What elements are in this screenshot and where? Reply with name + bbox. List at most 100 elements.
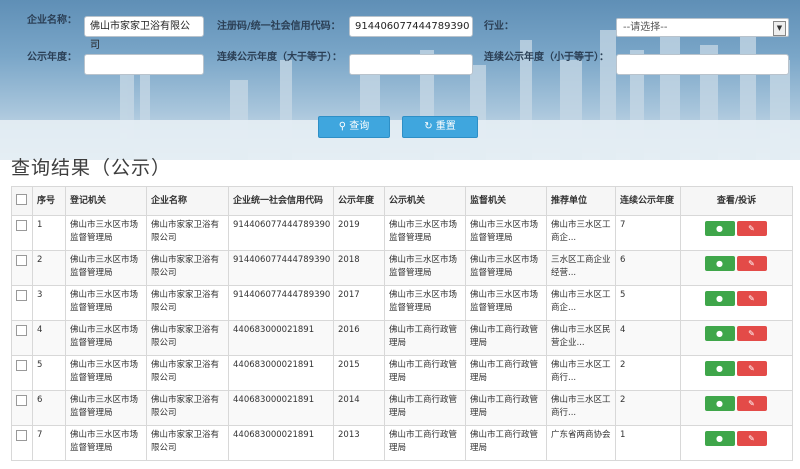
- edit-icon: ✎: [748, 364, 755, 373]
- row-consec: 5: [615, 285, 681, 321]
- table-header-row: 序号 登记机关 企业名称 企业统一社会信用代码 公示年度 公示机关 监督机关 推…: [11, 186, 793, 216]
- row-sup-org: 佛山市工商行政管理局: [465, 390, 547, 426]
- row-reg-org: 佛山市三水区市场监督管理局: [65, 285, 147, 321]
- edit-icon: ✎: [748, 294, 755, 303]
- row-company: 佛山市家家卫浴有限公司: [146, 390, 229, 426]
- consec-lt-input[interactable]: [616, 54, 789, 75]
- row-reg-org: 佛山市三水区市场监督管理局: [65, 390, 147, 426]
- complaint-button[interactable]: ✎: [736, 221, 767, 236]
- row-no: 4: [32, 320, 66, 356]
- row-consec: 1: [615, 425, 681, 461]
- consec-lt-label: 连续公示年度（小于等于）：: [484, 52, 609, 63]
- complaint-button[interactable]: ✎: [736, 431, 767, 446]
- industry-select[interactable]: --请选择-- ▼: [616, 18, 789, 37]
- row-code: 440683000021891: [228, 390, 334, 426]
- row-year: 2013: [333, 425, 385, 461]
- view-button[interactable]: ●: [704, 291, 735, 306]
- header-sup-org: 监督机关: [465, 186, 547, 216]
- row-consec: 2: [615, 355, 681, 391]
- company-name-label: 企业名称：: [27, 15, 77, 26]
- reg-code-label: 注册码/统一社会信用代码：: [217, 21, 341, 32]
- row-year: 2018: [333, 250, 385, 286]
- row-year: 2019: [333, 215, 385, 251]
- edit-icon: ✎: [748, 329, 755, 338]
- row-recommender: 佛山市三水区工商企...: [546, 285, 616, 321]
- table-row: 5 佛山市三水区市场监督管理局 佛山市家家卫浴有限公司 440683000021…: [11, 355, 793, 391]
- row-code: 440683000021891: [228, 355, 334, 391]
- row-code: 440683000021891: [228, 425, 334, 461]
- edit-icon: ✎: [748, 224, 755, 233]
- row-year: 2015: [333, 355, 385, 391]
- table-row: 6 佛山市三水区市场监督管理局 佛山市家家卫浴有限公司 440683000021…: [11, 390, 793, 426]
- view-button[interactable]: ●: [704, 221, 735, 236]
- edit-icon: ✎: [748, 399, 755, 408]
- row-actions: ● ✎: [680, 285, 793, 321]
- header-actions: 查看/投诉: [680, 186, 793, 216]
- reset-button[interactable]: ↻ 重置: [402, 116, 478, 138]
- user-profile-icon: ●: [716, 399, 723, 408]
- complaint-button[interactable]: ✎: [736, 396, 767, 411]
- chevron-down-icon[interactable]: ▼: [773, 21, 786, 36]
- row-sup-org: 佛山市三水区市场监督管理局: [465, 285, 547, 321]
- row-code: 914406077444789390: [228, 215, 334, 251]
- row-recommender: 佛山市三水区民营企业...: [546, 320, 616, 356]
- complaint-button[interactable]: ✎: [736, 361, 767, 376]
- row-actions: ● ✎: [680, 425, 793, 461]
- table-row: 3 佛山市三水区市场监督管理局 佛山市家家卫浴有限公司 914406077444…: [11, 285, 793, 321]
- row-checkbox[interactable]: [16, 360, 27, 371]
- row-no: 5: [32, 355, 66, 391]
- row-checkbox[interactable]: [16, 395, 27, 406]
- row-consec: 6: [615, 250, 681, 286]
- row-no: 2: [32, 250, 66, 286]
- row-checkbox[interactable]: [16, 220, 27, 231]
- row-year: 2017: [333, 285, 385, 321]
- row-checkbox[interactable]: [16, 325, 27, 336]
- row-sup-org: 佛山市三水区市场监督管理局: [465, 215, 547, 251]
- consec-gt-label: 连续公示年度（大于等于）：: [217, 52, 342, 63]
- row-code: 914406077444789390: [228, 285, 334, 321]
- row-actions: ● ✎: [680, 215, 793, 251]
- row-no: 1: [32, 215, 66, 251]
- row-checkbox[interactable]: [16, 255, 27, 266]
- user-profile-icon: ●: [716, 364, 723, 373]
- row-checkbox[interactable]: [16, 290, 27, 301]
- row-reg-org: 佛山市三水区市场监督管理局: [65, 320, 147, 356]
- query-button[interactable]: ⚲ 查询: [318, 116, 390, 138]
- row-pub-org: 佛山市工商行政管理局: [384, 355, 466, 391]
- year-input[interactable]: [84, 54, 204, 75]
- row-pub-org: 佛山市三水区市场监督管理局: [384, 285, 466, 321]
- table-row: 2 佛山市三水区市场监督管理局 佛山市家家卫浴有限公司 914406077444…: [11, 250, 793, 286]
- user-profile-icon: ●: [716, 224, 723, 233]
- view-button[interactable]: ●: [704, 326, 735, 341]
- view-button[interactable]: ●: [704, 431, 735, 446]
- view-button[interactable]: ●: [704, 396, 735, 411]
- complaint-button[interactable]: ✎: [736, 256, 767, 271]
- select-all-checkbox[interactable]: [16, 193, 27, 205]
- view-button[interactable]: ●: [704, 256, 735, 271]
- row-recommender: 三水区工商企业经营...: [546, 250, 616, 286]
- industry-selected-value: --请选择--: [623, 22, 668, 33]
- header-recommender: 推荐单位: [546, 186, 616, 216]
- industry-label: 行业：: [484, 21, 514, 32]
- row-company: 佛山市家家卫浴有限公司: [146, 285, 229, 321]
- reg-code-input[interactable]: 914406077444789390: [349, 16, 473, 37]
- complaint-button[interactable]: ✎: [736, 291, 767, 306]
- header-pub-org: 公示机关: [384, 186, 466, 216]
- row-company: 佛山市家家卫浴有限公司: [146, 250, 229, 286]
- row-year: 2016: [333, 320, 385, 356]
- refresh-icon: ↻: [424, 121, 433, 132]
- complaint-button[interactable]: ✎: [736, 326, 767, 341]
- company-name-input[interactable]: 佛山市家家卫浴有限公司: [84, 16, 204, 51]
- row-company: 佛山市家家卫浴有限公司: [146, 355, 229, 391]
- user-profile-icon: ●: [716, 329, 723, 338]
- query-button-label: 查询: [349, 121, 370, 132]
- row-actions: ● ✎: [680, 250, 793, 286]
- consec-gt-input[interactable]: [349, 54, 473, 75]
- select-all-checkbox-cell[interactable]: [11, 186, 33, 216]
- row-pub-org: 佛山市工商行政管理局: [384, 320, 466, 356]
- row-reg-org: 佛山市三水区市场监督管理局: [65, 425, 147, 461]
- row-no: 7: [32, 425, 66, 461]
- view-button[interactable]: ●: [704, 361, 735, 376]
- row-checkbox[interactable]: [16, 430, 27, 441]
- year-label: 公示年度：: [27, 52, 77, 63]
